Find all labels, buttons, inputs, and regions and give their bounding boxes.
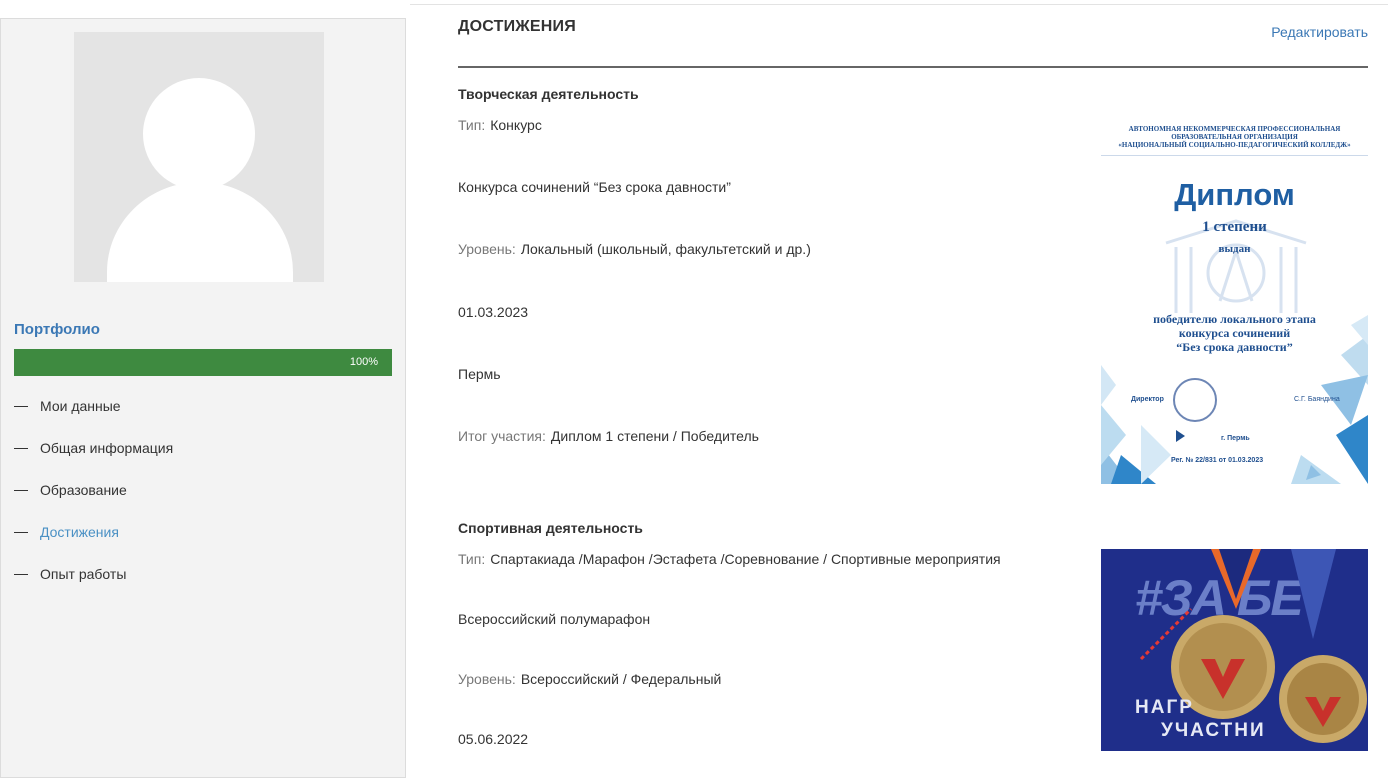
level-value: Локальный (школьный, факультетский и др.… <box>520 241 811 257</box>
medals-award-text: НАГР <box>1135 697 1194 718</box>
sidebar-item-label: Общая информация <box>40 440 174 456</box>
sidebar-item-work-experience[interactable]: Опыт работы <box>14 553 173 595</box>
diploma-title: Диплом <box>1174 177 1295 212</box>
sidebar-item-label: Мои данные <box>40 398 121 414</box>
type-label: Тип: <box>458 117 486 133</box>
diploma-org-line2: ОБРАЗОВАТЕЛЬНАЯ ОРГАНИЗАЦИЯ <box>1171 133 1298 141</box>
achievement-result: Итог участия: Диплом 1 степени / Победите… <box>458 428 759 444</box>
sidebar-item-my-data[interactable]: Мои данные <box>14 385 173 427</box>
edit-link[interactable]: Редактировать <box>1271 24 1368 40</box>
achievement-level: Уровень: Всероссийский / Федеральный <box>458 671 721 687</box>
result-label: Итог участия: <box>458 428 546 444</box>
diploma-org-line1: АВТОНОМНАЯ НЕКОММЕРЧЕСКАЯ ПРОФЕССИОНАЛЬН… <box>1128 125 1341 133</box>
achievement-date: 01.03.2023 <box>458 304 529 320</box>
diploma-city: г. Пермь <box>1221 435 1250 442</box>
diploma-text-line1: победителю локального этапа <box>1153 312 1316 326</box>
progress-label: 100% <box>349 356 378 368</box>
achievement-type: Тип: Спартакиада /Марафон /Эстафета /Соре… <box>458 551 1001 567</box>
sidebar-item-label: Опыт работы <box>40 566 127 582</box>
diploma-text-line3: “Без срока давности” <box>1176 340 1293 354</box>
sidebar-item-education[interactable]: Образование <box>14 469 173 511</box>
achievement-name: Всероссийский полумарафон <box>458 611 651 627</box>
sidebar-item-label: Образование <box>40 482 127 498</box>
achievement-date: 05.06.2022 <box>458 731 529 747</box>
dash-icon <box>14 489 28 491</box>
diploma-degree: 1 степени <box>1202 219 1267 235</box>
level-value: Всероссийский / Федеральный <box>520 671 722 687</box>
type-value: Конкурс <box>490 117 542 133</box>
diploma-org-divider <box>1101 155 1368 156</box>
diploma-director: Директор <box>1131 396 1164 403</box>
level-label: Уровень: <box>458 241 516 257</box>
portfolio-title: Портфолио <box>14 321 100 338</box>
avatar-body-icon <box>107 182 293 282</box>
diploma-signature-name: С.Г. Баяндина <box>1294 396 1340 403</box>
page-title: ДОСТИЖЕНИЯ <box>458 18 576 35</box>
diploma-org-line3: «НАЦИОНАЛЬНЫЙ СОЦИАЛЬНО-ПЕДАГОГИЧЕСКИЙ К… <box>1118 141 1351 149</box>
sidebar-item-label: Достижения <box>40 524 119 540</box>
sidebar-item-achievements[interactable]: Достижения <box>14 511 173 553</box>
achievement-type: Тип: Конкурс <box>458 117 542 133</box>
dash-icon <box>14 447 28 449</box>
sidebar-item-general-info[interactable]: Общая информация <box>14 427 173 469</box>
title-divider <box>458 66 1368 68</box>
main-content: ДОСТИЖЕНИЯ Редактировать Творческая деят… <box>458 0 1368 751</box>
sidebar: Портфолио 100% Мои данные Общая информац… <box>0 18 406 778</box>
diploma-seal-icon <box>1173 378 1217 422</box>
medals-photo[interactable]: #ЗА БЕ НАГР УЧАСТНИ <box>1101 549 1368 751</box>
diploma-org: АВТОНОМНАЯ НЕКОММЕРЧЕСКАЯ ПРОФЕССИОНАЛЬН… <box>1101 125 1368 149</box>
sidebar-menu: Мои данные Общая информация Образование … <box>14 385 173 595</box>
dash-icon <box>14 531 28 533</box>
dash-icon <box>14 405 28 407</box>
medals-participants-text: УЧАСТНИ <box>1161 720 1266 741</box>
type-label: Тип: <box>458 551 486 567</box>
diploma-text: победителю локального этапа конкурса соч… <box>1101 312 1368 354</box>
achievement-name: Конкурса сочинений “Без срока давности” <box>458 179 731 195</box>
type-value: Спартакиада /Марафон /Эстафета /Соревнов… <box>490 551 1001 567</box>
diploma-text-line2: конкурса сочинений <box>1178 326 1291 340</box>
diploma-issued: выдан <box>1218 243 1251 255</box>
diploma-reg-number: Рег. № 22/831 от 01.03.2023 <box>1171 457 1264 464</box>
section-title-sport: Спортивная деятельность <box>458 520 643 536</box>
result-value: Диплом 1 степени / Победитель <box>550 428 759 444</box>
dash-icon <box>14 573 28 575</box>
diploma-image[interactable]: АВТОНОМНАЯ НЕКОММЕРЧЕСКАЯ ПРОФЕССИОНАЛЬН… <box>1101 115 1368 484</box>
progress-fill <box>14 349 392 376</box>
achievement-city: Пермь <box>458 366 501 382</box>
level-label: Уровень: <box>458 671 516 687</box>
avatar[interactable] <box>74 32 324 282</box>
achievement-level: Уровень: Локальный (школьный, факультетск… <box>458 241 811 257</box>
avatar-head-icon <box>143 78 255 190</box>
section-title-creative: Творческая деятельность <box>458 86 639 102</box>
portfolio-progress-bar: 100% <box>14 349 392 376</box>
